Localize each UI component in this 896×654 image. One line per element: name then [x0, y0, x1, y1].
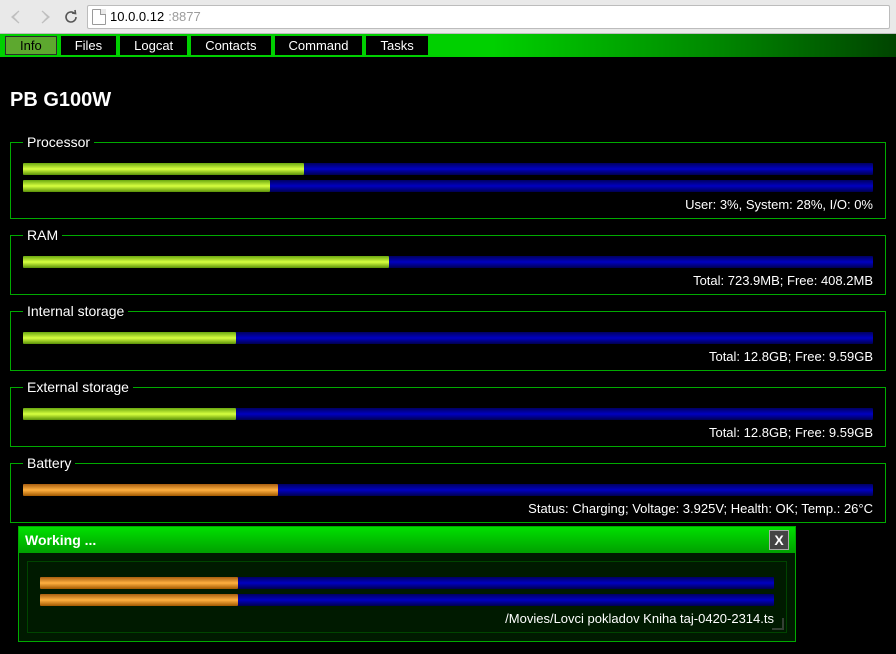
- working-header[interactable]: Working ... X: [19, 527, 795, 553]
- tabstrip: Info Files Logcat Contacts Command Tasks: [0, 34, 896, 57]
- internal-block: Internal storage Total: 12.8GB; Free: 9.…: [10, 303, 886, 371]
- back-button[interactable]: [6, 6, 28, 28]
- working-body: /Movies/Lovci pokladov Kniha taj-0420-23…: [27, 561, 787, 633]
- address-port: :8877: [168, 9, 201, 24]
- working-bar-1: [40, 577, 774, 589]
- processor-bar-1-fill: [23, 163, 304, 175]
- processor-block: Processor User: 3%, System: 28%, I/O: 0%: [10, 134, 886, 219]
- device-title: PB G100W: [10, 89, 888, 112]
- close-button[interactable]: X: [769, 530, 789, 550]
- tab-logcat[interactable]: Logcat: [120, 36, 187, 55]
- external-block: External storage Total: 12.8GB; Free: 9.…: [10, 379, 886, 447]
- tab-files[interactable]: Files: [61, 36, 116, 55]
- ram-legend: RAM: [23, 227, 62, 243]
- processor-bar-2-fill: [23, 180, 270, 192]
- battery-bar: [23, 484, 873, 496]
- working-title: Working ...: [25, 532, 96, 548]
- tab-contacts[interactable]: Contacts: [191, 36, 270, 55]
- working-bar-1-fill: [40, 577, 238, 589]
- tab-tasks[interactable]: Tasks: [366, 36, 427, 55]
- working-bar-2-fill: [40, 594, 238, 606]
- internal-legend: Internal storage: [23, 303, 128, 319]
- address-host: 10.0.0.12: [110, 9, 164, 24]
- external-legend: External storage: [23, 379, 133, 395]
- internal-bar-fill: [23, 332, 236, 344]
- external-bar: [23, 408, 873, 420]
- external-bar-fill: [23, 408, 236, 420]
- ram-block: RAM Total: 723.9MB; Free: 408.2MB: [10, 227, 886, 295]
- ram-bar-fill: [23, 256, 389, 268]
- ram-bar: [23, 256, 873, 268]
- page-icon: [92, 9, 106, 25]
- resize-grip[interactable]: [772, 618, 784, 630]
- page: PB G100W Processor User: 3%, System: 28%…: [0, 57, 896, 654]
- working-panel: Working ... X /Movies/Lovci pokladov Kni…: [18, 526, 796, 642]
- external-stats: Total: 12.8GB; Free: 9.59GB: [23, 425, 873, 440]
- browser-chrome: 10.0.0.12 :8877: [0, 0, 896, 34]
- address-bar[interactable]: 10.0.0.12 :8877: [87, 5, 890, 29]
- ram-stats: Total: 723.9MB; Free: 408.2MB: [23, 273, 873, 288]
- processor-stats: User: 3%, System: 28%, I/O: 0%: [23, 197, 873, 212]
- working-path: /Movies/Lovci pokladov Kniha taj-0420-23…: [40, 611, 774, 626]
- processor-bar-1: [23, 163, 873, 175]
- battery-stats: Status: Charging; Voltage: 3.925V; Healt…: [23, 501, 873, 516]
- reload-button[interactable]: [60, 6, 82, 28]
- processor-legend: Processor: [23, 134, 94, 150]
- battery-bar-fill: [23, 484, 278, 496]
- processor-bar-2: [23, 180, 873, 192]
- forward-button[interactable]: [33, 6, 55, 28]
- internal-stats: Total: 12.8GB; Free: 9.59GB: [23, 349, 873, 364]
- tab-info[interactable]: Info: [5, 36, 57, 55]
- tab-command[interactable]: Command: [275, 36, 363, 55]
- battery-block: Battery Status: Charging; Voltage: 3.925…: [10, 455, 886, 523]
- battery-legend: Battery: [23, 455, 75, 471]
- internal-bar: [23, 332, 873, 344]
- working-bar-2: [40, 594, 774, 606]
